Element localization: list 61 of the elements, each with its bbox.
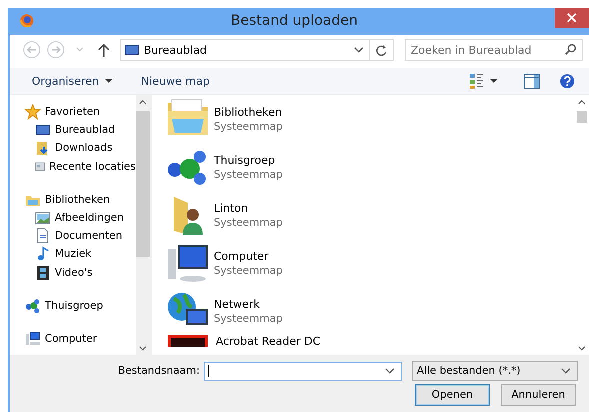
sidebar-item[interactable]: Afbeeldingen <box>25 208 136 228</box>
filename-field[interactable] <box>204 362 402 380</box>
open-button[interactable]: Openen <box>415 384 490 406</box>
close-icon <box>567 12 577 22</box>
homegroup-icon <box>25 298 41 314</box>
file-item[interactable]: Thuisgroep Systeemmap <box>166 143 575 191</box>
chevron-down-icon <box>578 346 586 350</box>
sidebar-item[interactable]: Thuisgroep <box>25 296 136 315</box>
address-text: Bureaublad <box>143 44 208 56</box>
sidebar-item[interactable]: Bureaublad <box>25 121 136 140</box>
chevron-down-icon <box>561 368 571 374</box>
sidebar-item[interactable]: Computer <box>25 330 136 348</box>
window-title: Bestand uploaden <box>230 12 359 31</box>
cancel-button[interactable]: Annuleren <box>501 384 576 406</box>
sidebar-item[interactable]: Documenten <box>25 227 136 246</box>
preview-pane-icon <box>524 74 540 88</box>
document-icon <box>35 228 51 244</box>
sidebar-item[interactable]: Favorieten <box>25 103 136 122</box>
app-icon <box>168 335 208 347</box>
sidebar-item[interactable]: Recente locaties <box>25 158 136 176</box>
caret-icon <box>490 79 498 83</box>
filename-label: Bestandsnaam: <box>117 365 200 377</box>
help-icon <box>560 74 575 88</box>
back-button[interactable] <box>23 40 42 60</box>
menu-button[interactable]: Organiseren <box>24 72 122 90</box>
up-arrow-icon <box>98 42 110 58</box>
pictures-icon <box>35 210 51 226</box>
sidebar-item[interactable]: Muziek <box>25 245 136 264</box>
details-view-icon <box>470 73 484 89</box>
firefox-icon <box>20 14 34 28</box>
scrollbar[interactable] <box>136 95 150 355</box>
chevron-down-icon <box>139 346 147 350</box>
close-button[interactable] <box>555 8 589 28</box>
chevron-up-icon <box>139 100 147 104</box>
file-item[interactable]: Acrobat Reader DC <box>166 335 575 350</box>
toolbar-button[interactable]: Nieuwe map <box>133 72 218 90</box>
chevron-up-icon <box>578 100 586 104</box>
caret-icon <box>76 47 84 53</box>
video-icon <box>35 264 51 281</box>
chevron-down-icon <box>354 47 364 53</box>
music-icon <box>35 246 51 262</box>
search-icon <box>564 44 576 55</box>
sidebar-item[interactable]: Video's <box>25 264 136 282</box>
refresh-icon <box>375 44 388 56</box>
desktop-icon <box>124 42 140 58</box>
file-item[interactable]: Bibliotheken Systeemmap <box>166 95 575 143</box>
file-item[interactable]: Netwerk Systeemmap <box>166 287 575 335</box>
sidebar-item[interactable]: Downloads <box>25 139 136 158</box>
file-item[interactable]: Computer Systeemmap <box>166 239 575 287</box>
scrollbar-thumb[interactable] <box>136 111 150 257</box>
chevron-down-icon <box>385 368 395 374</box>
search-field[interactable]: Zoeken in Bureaublad <box>404 39 583 61</box>
file-item[interactable]: Linton Systeemmap <box>166 191 575 239</box>
star-icon <box>25 104 41 120</box>
sidebar-item[interactable]: Bibliotheken <box>25 190 136 209</box>
file-type-dropdown[interactable]: Alle bestanden (*.*) <box>412 361 578 381</box>
address-bar[interactable]: Bureaublad <box>120 39 394 61</box>
scrollbar-thumb[interactable] <box>577 111 587 123</box>
forward-button[interactable] <box>46 40 66 60</box>
computer-icon <box>25 330 41 347</box>
caret-icon <box>105 79 114 83</box>
